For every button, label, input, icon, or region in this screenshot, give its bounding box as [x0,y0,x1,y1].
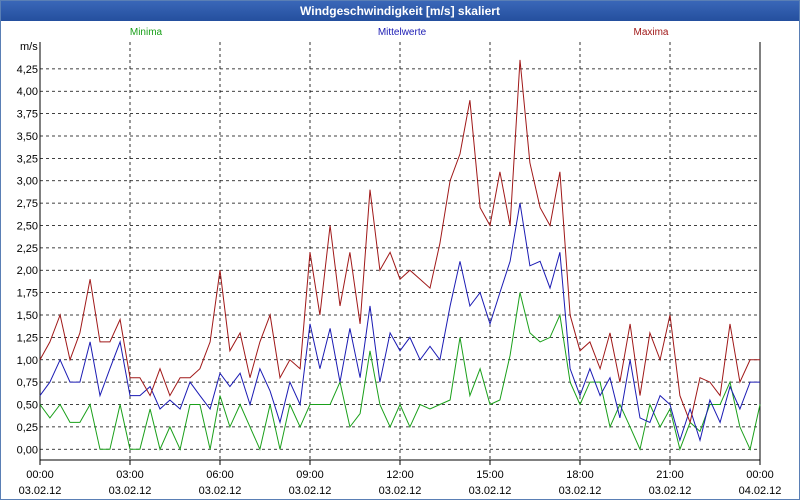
y-tick-labels: 0,00 0,25 0,50 0,75 1,00 1,25 1,50 1,75 2,00 2,25… [17,64,38,456]
y-tick-label: 1,50 [17,310,38,322]
y-tick-label: 3,50 [17,131,38,143]
x-tick-date: 04.02.12 [739,485,782,497]
legend-maxima: Maxima [633,27,668,38]
x-tick-date: 03.02.12 [109,485,152,497]
y-tick-label: 0,00 [17,444,38,456]
y-tick-label: 1,00 [17,355,38,367]
y-tick-label: 3,75 [17,109,38,121]
x-tick-date: 03.02.12 [469,485,512,497]
legend-minima: Minima [130,27,163,38]
x-tick-time: 09:00 [296,469,324,481]
chart-grid [40,42,760,460]
wind-speed-chart: 0,00 0,25 0,50 0,75 1,00 1,25 1,50 1,75 2,00 2,25… [17,27,782,497]
y-tick-label: 3,00 [17,176,38,188]
x-tick-time: 18:00 [566,469,594,481]
y-tick-label: 2,50 [17,220,38,232]
x-tick-time: 00:00 [26,469,54,481]
x-tick-time: 03:00 [116,469,144,481]
x-tick-time: 00:00 [746,469,774,481]
y-tick-label: 1,25 [17,332,38,344]
x-tick-time: 21:00 [656,469,684,481]
y-tick-label: 0,75 [17,377,38,389]
x-tick-labels: 00:00 03.02.12 03:00 03.02.12 06:00 03.02.12 0… [19,469,782,497]
y-tick-label: 2,00 [17,265,38,277]
x-tick-date: 03.02.12 [649,485,692,497]
x-tick-date: 03.02.12 [379,485,422,497]
x-tick-date: 03.02.12 [199,485,242,497]
y-tick-label: 2,75 [17,198,38,210]
x-tick-time: 06:00 [206,469,234,481]
y-tick-label: 4,25 [17,64,38,76]
y-tick-label: 0,50 [17,400,38,412]
y-tick-label: 4,00 [17,86,38,98]
x-tick-date: 03.02.12 [289,485,332,497]
y-tick-label: 1,75 [17,288,38,300]
legend-mittelwerte: Mittelwerte [378,27,427,38]
y-axis-unit: m/s [20,41,38,53]
y-tick-label: 3,25 [17,153,38,165]
x-tick-time: 12:00 [386,469,414,481]
x-tick-time: 15:00 [476,469,504,481]
y-tick-label: 2,25 [17,243,38,255]
x-tick-date: 03.02.12 [559,485,602,497]
series-line-minima [39,292,761,451]
y-tick-label: 0,25 [17,422,38,434]
x-tick-date: 03.02.12 [19,485,62,497]
